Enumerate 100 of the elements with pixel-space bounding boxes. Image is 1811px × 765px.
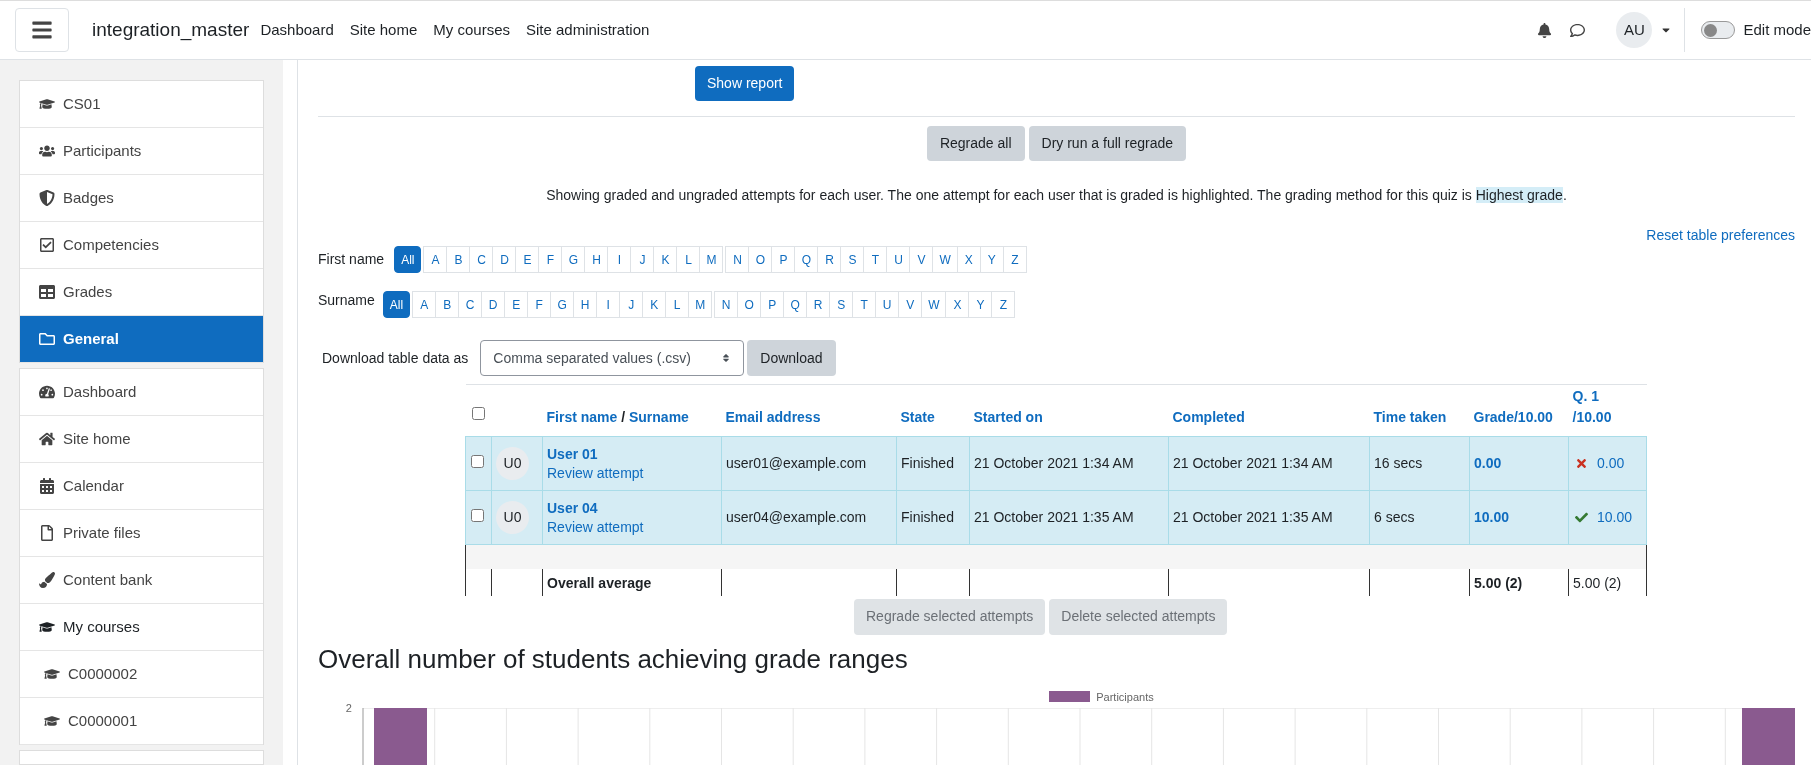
initial-filter-button[interactable]: Y [979, 246, 1004, 273]
download-button[interactable]: Download [747, 340, 836, 376]
initial-filter-button[interactable]: O [748, 246, 773, 273]
review-attempt-link[interactable]: Review attempt [547, 517, 717, 537]
nav-link[interactable]: Site administration [526, 18, 650, 42]
regrade-button[interactable]: Regrade all [926, 126, 1025, 161]
first-name-sort-link[interactable]: First name [546, 409, 618, 425]
initial-filter-button[interactable]: S [829, 291, 854, 318]
initial-filter-button[interactable]: S [840, 246, 865, 273]
column-header-link[interactable]: Time taken [1373, 407, 1447, 428]
format-select[interactable]: Comma separated values (.csv) [480, 340, 745, 376]
site-name[interactable]: integration_master [92, 15, 250, 45]
legend-swatch [1049, 691, 1091, 703]
initial-filter-button[interactable]: All [382, 291, 411, 318]
initial-filter-button[interactable]: H [573, 291, 598, 318]
initial-filter-button[interactable]: N [725, 246, 750, 273]
nav-link[interactable]: Site home [349, 18, 418, 42]
gauge-icon [39, 384, 55, 400]
grade-link[interactable]: 0.00 [1474, 455, 1502, 471]
initial-filter-button[interactable]: H [584, 246, 609, 273]
folder-icon [39, 331, 55, 347]
review-attempt-link[interactable]: Review attempt [547, 463, 717, 483]
sidebar-item[interactable]: General [20, 316, 263, 363]
initial-filter-button[interactable]: Q [783, 291, 808, 318]
initial-filter-button[interactable]: X [956, 246, 981, 273]
question-mark-link[interactable]: 10.00 [1597, 507, 1633, 528]
user-name-link[interactable]: User 04 [547, 498, 717, 518]
regrade-button[interactable]: Dry run a full regrade [1028, 126, 1187, 161]
column-header-link[interactable]: State [900, 407, 935, 428]
initial-filter-button[interactable]: D [492, 246, 517, 273]
user-avatar[interactable]: AU [1616, 12, 1653, 48]
initial-filter-button[interactable]: L [676, 246, 701, 273]
paintbrush-icon [39, 572, 55, 588]
initial-filter-button[interactable]: W [921, 291, 947, 318]
initial-filter-button[interactable]: B [446, 246, 471, 273]
edit-mode-toggle[interactable] [1701, 21, 1736, 39]
grade-link[interactable]: 10.00 [1474, 509, 1510, 525]
user-avatar: U0 [496, 501, 529, 534]
initial-filter-button[interactable]: J [630, 246, 655, 273]
initial-filter-button[interactable]: T [863, 246, 888, 273]
initial-filter-button[interactable]: W [932, 246, 958, 273]
state-text: Finished [901, 509, 954, 525]
initial-filter-button[interactable]: V [909, 246, 934, 273]
initial-filter-button[interactable]: O [737, 291, 762, 318]
initial-filter-button[interactable]: Y [968, 291, 993, 318]
initial-filter-button[interactable]: Z [991, 291, 1016, 318]
initial-filter-button[interactable]: G [550, 291, 575, 318]
column-header-link[interactable]: Email address [725, 407, 821, 428]
nav-link[interactable]: My courses [433, 18, 510, 42]
initial-filter-button[interactable]: Q [794, 246, 819, 273]
initial-filter-button[interactable]: E [504, 291, 529, 318]
initial-filter-button[interactable]: All [394, 246, 422, 273]
initial-filter-button[interactable]: I [596, 291, 621, 318]
initial-filter-button[interactable]: N [714, 291, 739, 318]
initials-label: First name [318, 250, 385, 269]
initial-filter-button[interactable]: K [642, 291, 667, 318]
column-header-link[interactable]: Started on [973, 407, 1043, 428]
initial-filter-button[interactable]: A [423, 246, 448, 273]
initial-filter-button[interactable]: J [619, 291, 644, 318]
column-header-link[interactable]: Q. 1 /10.00 [1572, 386, 1623, 428]
show-report-button[interactable]: Show report [695, 66, 795, 101]
initial-filter-button[interactable]: R [806, 291, 831, 318]
initial-filter-button[interactable]: F [538, 246, 563, 273]
initial-filter-button[interactable]: L [665, 291, 690, 318]
initial-filter-button[interactable]: U [875, 291, 900, 318]
initial-filter-button[interactable]: G [561, 246, 586, 273]
initial-filter-button[interactable]: Z [1002, 246, 1027, 273]
initial-filter-button[interactable]: V [898, 291, 923, 318]
row-checkbox[interactable] [471, 455, 484, 468]
initial-filter-button[interactable]: K [653, 246, 678, 273]
menu-button[interactable] [15, 8, 69, 52]
notification-bell-icon[interactable] [1537, 22, 1553, 38]
question-mark-link[interactable]: 0.00 [1597, 453, 1625, 474]
initial-filter-button[interactable]: X [945, 291, 970, 318]
y-axis-tick-label: 2 [344, 703, 353, 716]
initial-filter-button[interactable]: D [481, 291, 506, 318]
reset-table-preferences-link[interactable]: Reset table preferences [1646, 225, 1795, 246]
initial-filter-button[interactable]: R [817, 246, 842, 273]
column-header-link[interactable]: Grade/10.00 [1473, 407, 1553, 428]
initial-filter-button[interactable]: P [771, 246, 796, 273]
initial-filter-button[interactable]: A [412, 291, 437, 318]
initial-filter-button[interactable]: F [527, 291, 552, 318]
select-all-checkbox[interactable] [472, 407, 485, 420]
row-checkbox[interactable] [471, 509, 484, 522]
initial-filter-button[interactable]: I [607, 246, 632, 273]
initial-filter-button[interactable]: M [699, 246, 724, 273]
initial-filter-button[interactable]: E [515, 246, 540, 273]
average-label: Overall average [547, 574, 652, 591]
initial-filter-button[interactable]: B [435, 291, 460, 318]
initial-filter-button[interactable]: T [852, 291, 877, 318]
initial-filter-button[interactable]: C [458, 291, 483, 318]
initial-filter-button[interactable]: U [886, 246, 911, 273]
messages-icon[interactable] [1570, 22, 1586, 38]
initial-filter-button[interactable]: P [760, 291, 785, 318]
user-name-link[interactable]: User 01 [547, 444, 717, 464]
nav-link[interactable]: Dashboard [260, 18, 334, 42]
initial-filter-button[interactable]: M [688, 291, 713, 318]
initial-filter-button[interactable]: C [469, 246, 494, 273]
column-header-link[interactable]: Completed [1172, 407, 1245, 428]
surname-sort-link[interactable]: Surname [629, 409, 689, 425]
